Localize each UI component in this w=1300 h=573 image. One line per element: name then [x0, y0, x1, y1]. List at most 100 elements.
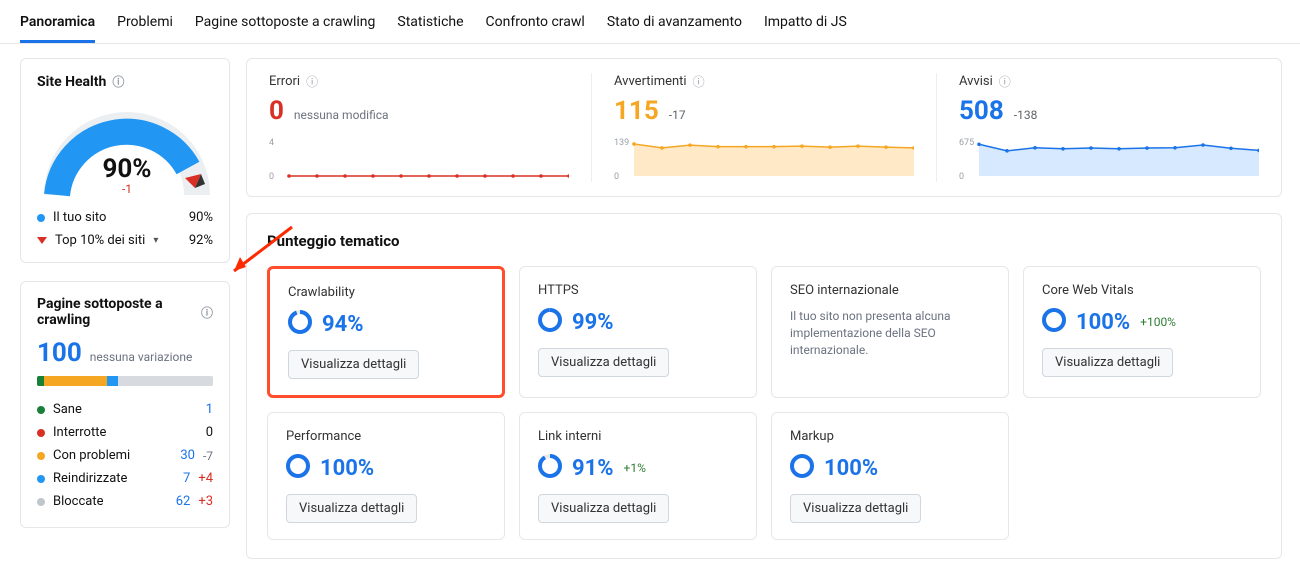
tab-stato-di-avanzamento[interactable]: Stato di avanzamento [607, 8, 742, 43]
legend-label: Il tuo sito [53, 210, 106, 225]
pages-stat-row: Bloccate62 +3 [37, 490, 213, 513]
metric-label: Errori [269, 74, 300, 89]
tab-statistiche[interactable]: Statistiche [397, 8, 463, 43]
tile-pct: 99% [572, 310, 614, 335]
tile-pct: 100% [1076, 310, 1130, 335]
tile-performance: Performance 100% Visualizza dettagli [267, 412, 505, 540]
tile-pct: 91% [572, 456, 614, 481]
info-icon[interactable]: ⓘ [306, 73, 318, 90]
dot-icon [37, 475, 45, 483]
stat-value: 1 [206, 402, 213, 417]
legend-row: Il tuo sito 90% [37, 210, 213, 225]
stat-value: 30 [180, 448, 195, 463]
tile-title: Performance [286, 429, 486, 444]
legend-label: Top 10% dei siti [55, 233, 145, 248]
tab-confronto-crawl[interactable]: Confronto crawl [486, 8, 585, 43]
pages-bar [37, 376, 213, 386]
pages-sub: nessuna variazione [90, 350, 193, 364]
dot-icon [37, 214, 45, 222]
info-icon[interactable]: ⓘ [693, 73, 705, 90]
pages-title: Pagine sottoposte a crawling [37, 296, 195, 328]
tile-crawlability: Crawlability 94% Visualizza dettagli [267, 266, 505, 398]
tile-pct: 94% [322, 312, 364, 337]
summary-avvisi: Avvisi ⓘ 508 -138 0 675 [936, 73, 1281, 182]
chevron-down-icon[interactable]: ▾ [153, 235, 158, 246]
tile-title: Core Web Vitals [1042, 283, 1242, 298]
svg-text:0: 0 [614, 172, 619, 182]
tile-delta: +100% [1140, 315, 1176, 329]
pages-stat-row: Con problemi30 -7 [37, 444, 213, 467]
stat-label: Sane [53, 402, 82, 417]
info-icon[interactable]: ⓘ [999, 73, 1011, 90]
tile-title: SEO internazionale [790, 283, 990, 298]
tab-impatto-di-js[interactable]: Impatto di JS [764, 8, 847, 43]
view-details-button[interactable]: Visualizza dettagli [790, 494, 921, 523]
view-details-button[interactable]: Visualizza dettagli [286, 494, 417, 523]
stat-label: Reindirizzate [53, 471, 127, 486]
legend-value: 92% [189, 233, 213, 248]
gauge-delta: -1 [37, 182, 217, 196]
tile-seo-internazionale: SEO internazionale Il tuo sito non presen… [771, 266, 1009, 398]
sparkline: 04 [269, 136, 569, 182]
metric-value: 508 [959, 96, 1004, 126]
legend-value: 90% [189, 210, 213, 225]
gauge-value: 90% [37, 154, 217, 184]
stat-label: Con problemi [53, 448, 130, 463]
view-details-button[interactable]: Visualizza dettagli [538, 494, 669, 523]
metric-delta: -138 [1014, 108, 1038, 122]
sparkline: 0139 [614, 136, 914, 182]
pages-stat-row: Interrotte0 [37, 421, 213, 444]
dot-icon [37, 452, 45, 460]
site-health-gauge: 90% -1 [37, 100, 217, 200]
dot-icon [37, 498, 45, 506]
pages-stat-row: Reindirizzate7 +4 [37, 467, 213, 490]
metric-value: 0 [269, 96, 284, 126]
tile-markup: Markup 100% Visualizza dettagli [771, 412, 1009, 540]
tile-core-web-vitals: Core Web Vitals 100% +100% Visualizza detta… [1023, 266, 1261, 398]
pages-stat-row: Sane 1 [37, 398, 213, 421]
stat-delta: +3 [198, 494, 213, 509]
stat-value: 7 [183, 471, 190, 486]
tab-bar: Panoramica Problemi Pagine sottoposte a cr… [0, 0, 1300, 44]
site-health-card: Site Health ⓘ 90% -1 Il tuo sito 90% Top 1… [20, 58, 230, 263]
tile-title: HTTPS [538, 283, 738, 298]
tile-title: Markup [790, 429, 990, 444]
view-details-button[interactable]: Visualizza dettagli [1042, 348, 1173, 377]
issue-summary-row: Erroriⓘ0nessuna modifica04Avvertimentiⓘ1… [246, 58, 1282, 197]
donut-icon [538, 308, 562, 336]
tile-title: Link interni [538, 429, 738, 444]
metric-delta: -17 [669, 108, 686, 122]
stat-label: Interrotte [53, 425, 106, 440]
donut-icon [790, 454, 814, 482]
svg-text:0: 0 [269, 172, 274, 182]
tile-pct: 100% [320, 456, 374, 481]
donut-icon [1042, 308, 1066, 336]
stat-value: 62 [176, 494, 191, 509]
tile-title: Crawlability [288, 285, 484, 300]
tile-note: Il tuo sito non presenta alcuna implemen… [790, 308, 990, 358]
metric-sub: nessuna modifica [294, 108, 389, 122]
donut-icon [538, 454, 562, 482]
pages-count: 100 [37, 338, 82, 368]
legend-row: Top 10% dei siti ▾ 92% [37, 233, 213, 248]
tile-pct: 100% [824, 456, 878, 481]
tab-pagine-sottoposte-a-crawling[interactable]: Pagine sottoposte a crawling [195, 8, 375, 43]
dot-icon [37, 406, 45, 414]
info-icon[interactable]: ⓘ [201, 304, 213, 321]
dot-icon [37, 429, 45, 437]
svg-text:0: 0 [959, 172, 964, 182]
svg-text:4: 4 [269, 138, 274, 148]
tab-panoramica[interactable]: Panoramica [20, 8, 95, 43]
site-health-title: Site Health [37, 74, 106, 90]
svg-text:675: 675 [959, 138, 974, 148]
info-icon[interactable]: ⓘ [112, 73, 124, 90]
donut-icon [286, 454, 310, 482]
pages-crawled-card: Pagine sottoposte a crawling ⓘ 100 nessu… [20, 281, 230, 528]
view-details-button[interactable]: Visualizza dettagli [538, 348, 669, 377]
sparkline: 0 675 [959, 136, 1259, 182]
metric-label: Avvisi [959, 74, 993, 89]
caret-down-icon [37, 237, 47, 244]
tab-problemi[interactable]: Problemi [117, 8, 173, 43]
metric-label: Avvertimenti [614, 74, 687, 89]
view-details-button[interactable]: Visualizza dettagli [288, 350, 419, 379]
